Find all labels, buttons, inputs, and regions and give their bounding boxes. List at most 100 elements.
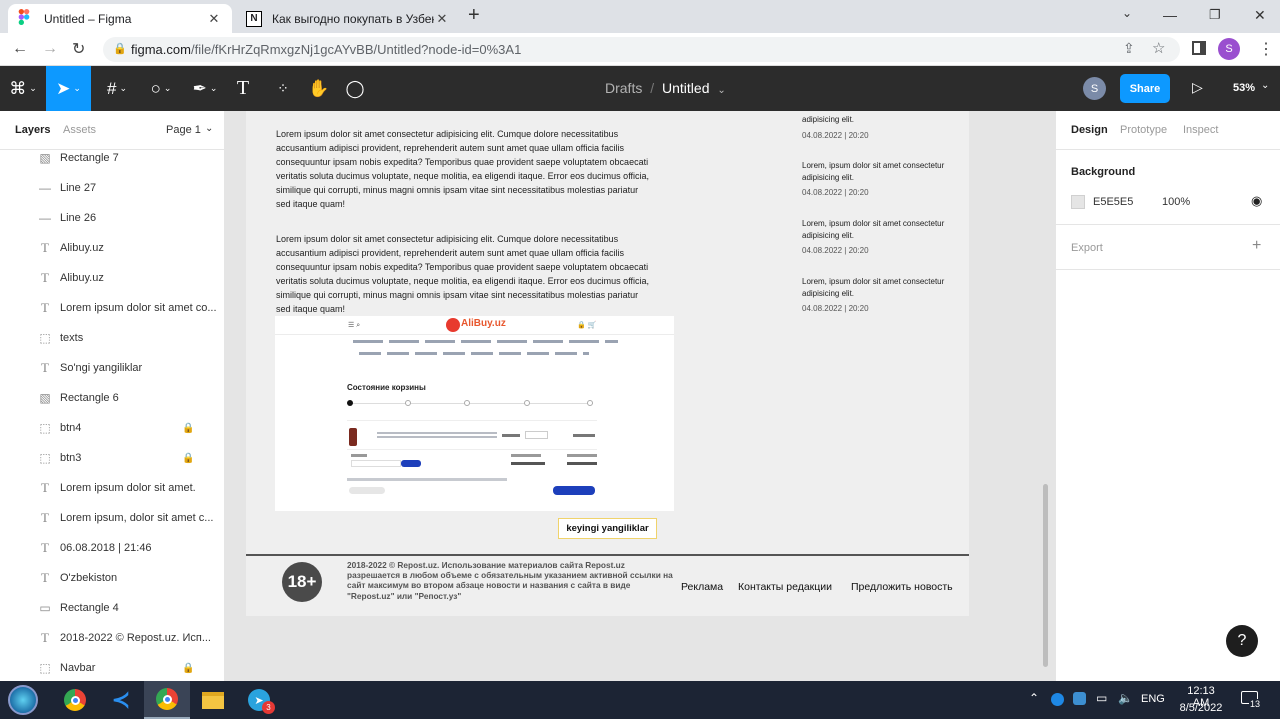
layer-item[interactable]: T Lorem ipsum, dolor sit amet c...: [0, 503, 224, 533]
layer-item[interactable]: T Alibuy.uz: [0, 233, 224, 263]
file-explorer-icon[interactable]: [190, 681, 236, 719]
start-button[interactable]: [0, 681, 46, 719]
move-tool-icon[interactable]: ➤ ⌄: [46, 66, 91, 111]
forward-icon[interactable]: →: [42, 40, 58, 58]
layer-item[interactable]: T Lorem ipsum dolor sit amet.: [0, 473, 224, 503]
url-field[interactable]: 🔒 figma.com/file/fKrHrZqRmxgzNj1gcAYvBB/…: [103, 37, 1180, 62]
layer-item[interactable]: ▧ Rectangle 6: [0, 383, 224, 413]
canvas[interactable]: Lorem ipsum dolor sit amet consectetur a…: [226, 111, 1055, 681]
add-export-icon[interactable]: +: [1252, 237, 1261, 255]
tab-prototype[interactable]: Prototype: [1120, 124, 1167, 136]
language-indicator[interactable]: ENG: [1141, 693, 1165, 705]
lock-icon[interactable]: 🔒: [182, 453, 194, 464]
close-tab-icon[interactable]: ✕: [434, 11, 450, 27]
page-chevron-icon[interactable]: ⌄: [205, 123, 213, 134]
clock-date[interactable]: 8/5/2022: [1178, 702, 1224, 714]
layer-item[interactable]: ⬚ Navbar 🔒: [0, 653, 224, 681]
tab-search-icon[interactable]: ⌄: [1122, 6, 1132, 20]
news-text: Lorem, ipsum dolor sit amet consectetur …: [802, 277, 945, 298]
bookmark-star-icon[interactable]: ☆: [1152, 39, 1165, 57]
chrome-active-taskbar-icon[interactable]: [144, 681, 190, 719]
layer-frame-icon: ⬚: [39, 661, 51, 675]
tray-expand-icon[interactable]: ⌃: [1029, 691, 1039, 705]
frame-tool-icon[interactable]: # ⌄: [96, 66, 138, 111]
footer-link-suggest[interactable]: Предложить новость: [851, 581, 953, 593]
tab-layers[interactable]: Layers: [15, 124, 50, 136]
background-hex[interactable]: E5E5E5: [1093, 196, 1133, 208]
step-dot: [524, 400, 530, 406]
layer-name: Alibuy.uz: [60, 242, 104, 254]
comment-tool-icon[interactable]: ◯: [340, 66, 370, 111]
notification-count: 13: [1249, 699, 1262, 709]
tab-assets[interactable]: Assets: [63, 124, 96, 136]
side-panel-icon[interactable]: [1192, 41, 1206, 55]
layer-item[interactable]: ⬚ btn4 🔒: [0, 413, 224, 443]
help-button[interactable]: ?: [1226, 625, 1258, 657]
footer-link-contacts[interactable]: Контакты редакции: [738, 581, 832, 593]
layer-item[interactable]: — Line 27: [0, 173, 224, 203]
layer-item[interactable]: ⬚ texts: [0, 323, 224, 353]
minimize-icon[interactable]: —: [1163, 7, 1177, 23]
vscode-taskbar-icon[interactable]: ≺: [98, 681, 144, 719]
breadcrumb-separator: /: [650, 80, 655, 96]
restore-icon[interactable]: ❐: [1209, 7, 1221, 23]
zoom-level[interactable]: 53%: [1233, 82, 1255, 94]
close-window-icon[interactable]: ✕: [1254, 7, 1266, 24]
chrome-taskbar-icon[interactable]: [52, 681, 98, 719]
telegram-taskbar-icon[interactable]: ➤ 3: [236, 681, 282, 719]
present-icon[interactable]: ▷: [1192, 79, 1203, 96]
lock-icon[interactable]: 🔒: [182, 423, 194, 434]
layer-item[interactable]: T Lorem ipsum dolor sit amet co...: [0, 293, 224, 323]
tab-design[interactable]: Design: [1071, 124, 1108, 136]
layer-item[interactable]: T 2018-2022 © Repost.uz. Исп...: [0, 623, 224, 653]
share-page-icon[interactable]: ⇪: [1123, 40, 1135, 57]
pen-tool-icon[interactable]: ✒ ⌄: [184, 66, 226, 111]
layer-text-icon: T: [41, 360, 49, 375]
chevron-down-icon[interactable]: ⌄: [717, 85, 725, 96]
background-swatch[interactable]: [1071, 195, 1085, 209]
layer-item[interactable]: T So'ngi yangiliklar: [0, 353, 224, 383]
network-icon[interactable]: ▭: [1096, 691, 1107, 705]
text-tool-icon[interactable]: T: [228, 66, 258, 111]
layer-item[interactable]: — Line 26: [0, 203, 224, 233]
reload-icon[interactable]: ↻: [72, 39, 85, 59]
alibuy-logo-icon: [446, 318, 460, 332]
file-name[interactable]: Untitled: [662, 80, 709, 96]
layer-list: ▧ Rectangle 7— Line 27— Line 26 T Alibuy.uz T A…: [0, 143, 224, 681]
shape-tool-icon[interactable]: ○ ⌄: [140, 66, 182, 111]
eye-icon[interactable]: ◉: [1251, 193, 1262, 209]
share-button[interactable]: Share: [1120, 74, 1170, 103]
footer-link-ads[interactable]: Реклама: [681, 581, 723, 593]
close-tab-icon[interactable]: ✕: [206, 11, 222, 27]
page-selector[interactable]: Page 1: [166, 124, 201, 136]
next-news-button[interactable]: keyingi yangiliklar: [558, 518, 657, 539]
new-tab-button[interactable]: +: [468, 4, 480, 27]
layer-item[interactable]: T 06.08.2018 | 21:46: [0, 533, 224, 563]
layer-item[interactable]: T Alibuy.uz: [0, 263, 224, 293]
category-links: [353, 340, 618, 343]
lock-icon[interactable]: 🔒: [182, 663, 194, 674]
layer-item[interactable]: ▧ Rectangle 7: [0, 143, 224, 173]
browser-menu-icon[interactable]: ⋮: [1258, 39, 1274, 59]
volume-icon[interactable]: 🔈: [1118, 691, 1133, 705]
hand-tool-icon[interactable]: ✋: [304, 66, 334, 111]
layer-item[interactable]: T O'zbekiston: [0, 563, 224, 593]
design-frame[interactable]: Lorem ipsum dolor sit amet consectetur a…: [246, 111, 969, 616]
breadcrumb-drafts[interactable]: Drafts: [605, 80, 642, 96]
tray-app-icon[interactable]: [1051, 693, 1064, 706]
tray-search-icon[interactable]: [1073, 692, 1086, 705]
tab-figma[interactable]: Untitled – Figma ✕: [8, 4, 232, 33]
tab-inspect[interactable]: Inspect: [1183, 124, 1218, 136]
layer-item[interactable]: ▭ Rectangle 4: [0, 593, 224, 623]
user-avatar[interactable]: S: [1083, 77, 1106, 100]
canvas-scrollbar[interactable]: [1043, 484, 1048, 667]
profile-avatar[interactable]: S: [1218, 38, 1240, 60]
figma-menu-icon[interactable]: ⌘ ⌄: [0, 66, 46, 111]
zoom-chevron-icon[interactable]: ⌄: [1261, 80, 1269, 91]
breadcrumb: Drafts / Untitled ⌄: [605, 80, 726, 96]
back-icon[interactable]: ←: [12, 40, 28, 58]
resources-icon[interactable]: ⁘: [268, 66, 298, 111]
tab-article[interactable]: N Как выгодно покупать в Узбеки ✕: [236, 4, 460, 33]
background-opacity[interactable]: 100%: [1162, 196, 1190, 208]
layer-item[interactable]: ⬚ btn3 🔒: [0, 443, 224, 473]
